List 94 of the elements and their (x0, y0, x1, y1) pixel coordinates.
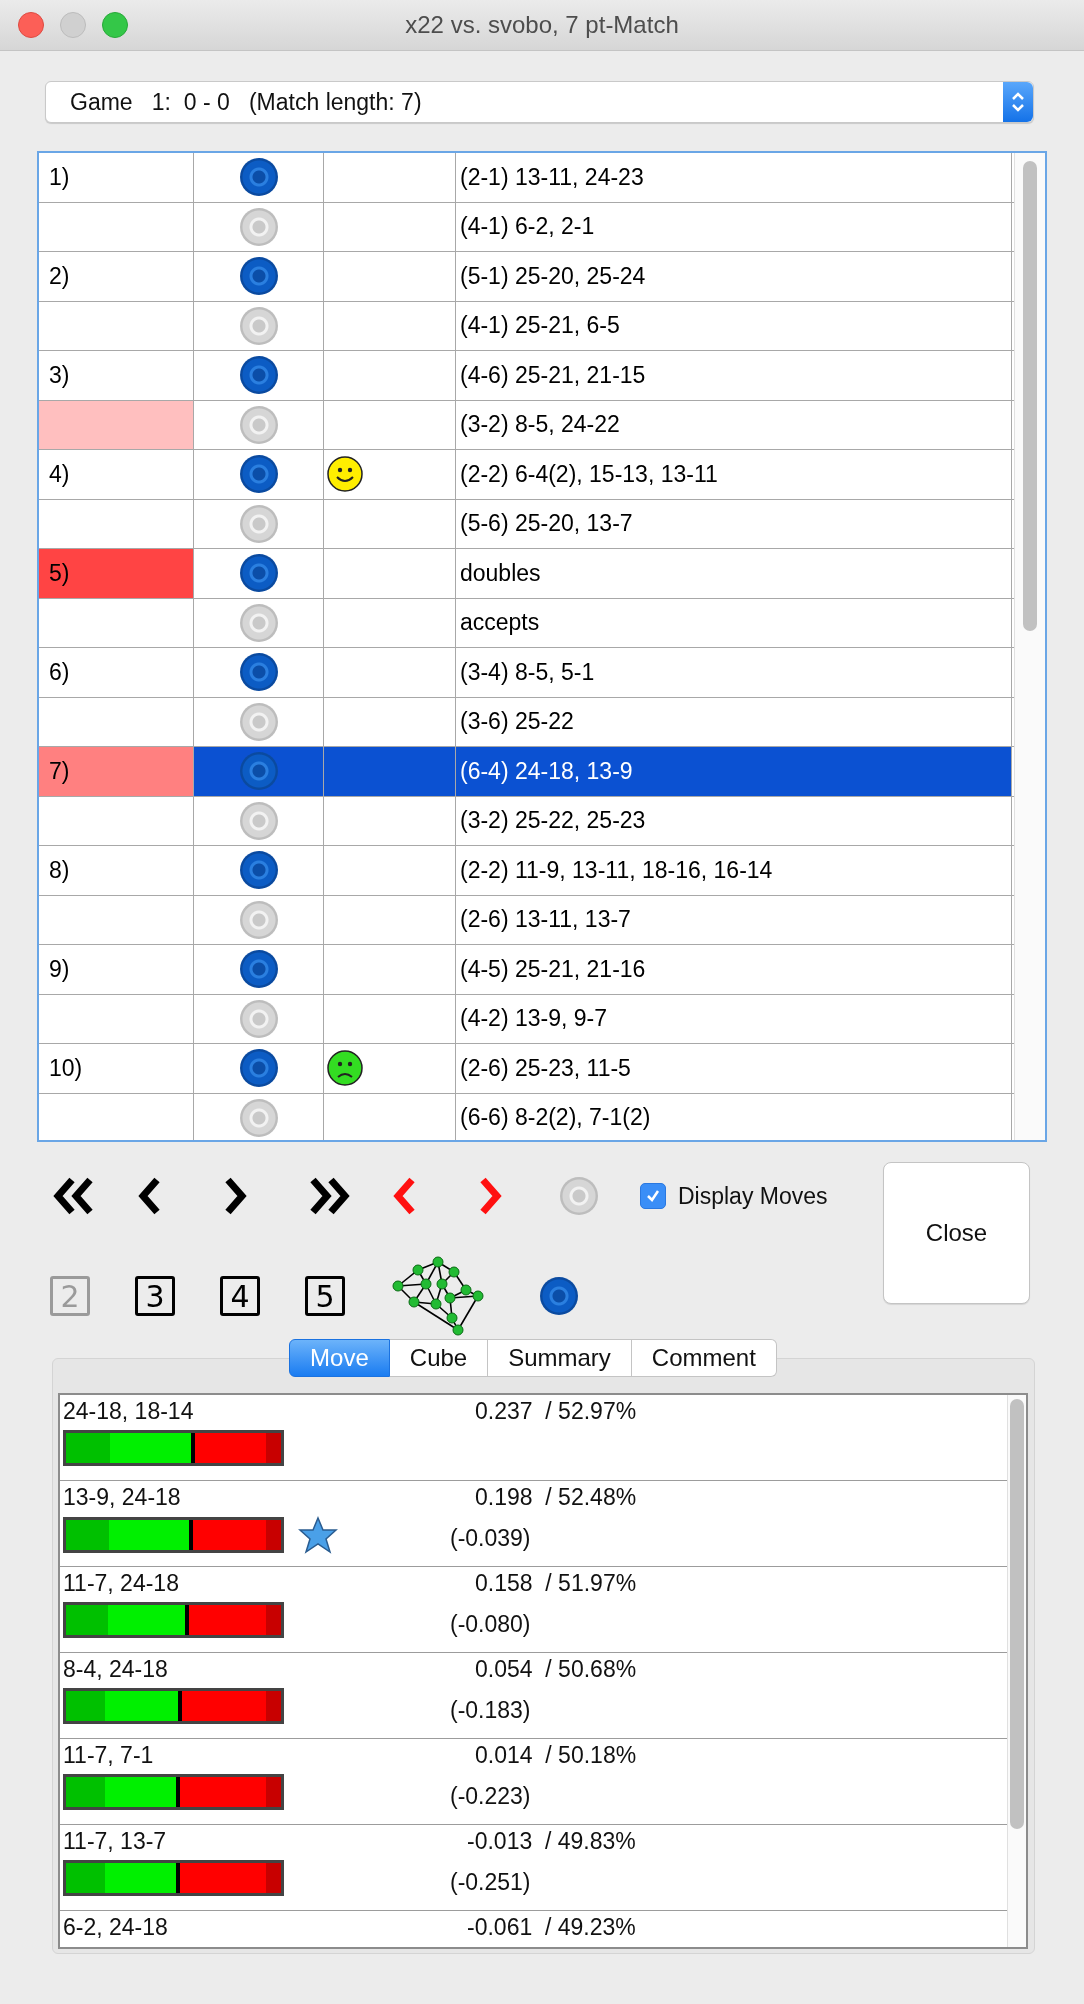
equity-text: 0.014 / 50.18% (474, 1742, 638, 1769)
move-number-cell: 4) (39, 450, 194, 499)
dropdown-arrows-icon (1003, 82, 1033, 122)
move-number-cell: 8) (39, 846, 194, 895)
analysis-row[interactable]: 8-4, 24-18 0.054 / 50.68% (-0.183) (60, 1653, 1007, 1739)
table-row[interactable]: (6-6) 8-2(2), 7-1(2) (39, 1093, 1014, 1140)
table-row[interactable]: 2) (5-1) 25-20, 25-24 (39, 252, 1014, 302)
analysis-row[interactable]: 11-7, 13-7 -0.013 / 49.83% (-0.251) (60, 1825, 1007, 1911)
tab[interactable]: Comment (631, 1339, 777, 1377)
move-text: 6-2, 24-18 (63, 1914, 169, 1941)
equity-difference: (-0.039) (450, 1525, 532, 1552)
table-row[interactable]: (5-6) 25-20, 13-7 (39, 499, 1014, 549)
table-row[interactable]: 9) (4-5) 25-21, 21-16 (39, 945, 1014, 995)
table-row[interactable]: 7) (6-4) 24-18, 13-9 (39, 747, 1014, 797)
analysis-row[interactable]: 11-7, 24-18 0.158 / 51.97% (-0.080) (60, 1567, 1007, 1653)
table-row[interactable]: 1) (2-1) 13-11, 24-23 (39, 153, 1014, 203)
move-text: 11-7, 7-1 (63, 1742, 155, 1769)
analysis-row[interactable]: 24-18, 18-14 0.237 / 52.97% (60, 1395, 1007, 1481)
table-row[interactable]: 10) (2-6) 25-23, 11-5 (39, 1044, 1014, 1094)
move-cell: (2-6) 13-11, 13-7 (456, 895, 1012, 944)
ply-button[interactable]: 4 (220, 1276, 260, 1316)
equity-difference: (-0.183) (450, 1697, 532, 1724)
move-number-cell: 10) (39, 1044, 194, 1093)
table-row[interactable]: (4-2) 13-9, 9-7 (39, 994, 1014, 1044)
table-row[interactable]: 8) (2-2) 11-9, 13-11, 18-16, 16-14 (39, 846, 1014, 896)
table-row[interactable]: (4-1) 25-21, 6-5 (39, 301, 1014, 351)
move-cell: (6-4) 24-18, 13-9 (456, 747, 1012, 796)
game-dropdown[interactable]: Game 1: 0 - 0 (Match length: 7) (45, 81, 1034, 123)
move-cell: (2-2) 6-4(2), 15-13, 13-11 (456, 450, 1012, 499)
move-cell: (4-1) 25-21, 6-5 (456, 301, 1012, 350)
move-cell: (5-1) 25-20, 25-24 (456, 252, 1012, 301)
checkbox-label: Display Moves (678, 1182, 828, 1210)
neural-network-icon[interactable] (390, 1256, 486, 1336)
maximize-window-button[interactable] (102, 12, 128, 38)
checkbox[interactable] (640, 1183, 666, 1209)
analysis-row[interactable]: 13-9, 24-18 0.198 / 52.48% (-0.039) (60, 1481, 1007, 1567)
move-cell: (2-2) 11-9, 13-11, 18-16, 16-14 (456, 846, 1012, 895)
equity-text: 0.237 / 52.97% (474, 1398, 638, 1425)
checkmark-icon (645, 1188, 661, 1204)
move-cell: doubles (456, 549, 1012, 598)
move-number-cell: 6) (39, 648, 194, 697)
equity-difference: (-0.080) (450, 1611, 532, 1638)
scrollbar-thumb[interactable] (1010, 1399, 1024, 1829)
scrollbar-thumb[interactable] (1023, 161, 1037, 631)
move-cell: (3-4) 8-5, 5-1 (456, 648, 1012, 697)
move-text: 11-7, 24-18 (63, 1570, 180, 1597)
ply-button[interactable]: 3 (135, 1276, 175, 1316)
table-row[interactable]: accepts (39, 598, 1014, 648)
move-number-cell: 2) (39, 252, 194, 301)
move-cell: (3-6) 25-22 (456, 697, 1012, 746)
equity-text: 0.198 / 52.48% (474, 1484, 638, 1511)
window-title: x22 vs. svobo, 7 pt-Match (405, 11, 679, 38)
table-row[interactable]: 6) (3-4) 8-5, 5-1 (39, 648, 1014, 698)
equity-difference: (-0.223) (450, 1783, 532, 1810)
move-cell: (4-1) 6-2, 2-1 (456, 202, 1012, 251)
tab[interactable]: Cube (389, 1339, 489, 1377)
table-row[interactable]: (3-2) 8-5, 24-22 (39, 400, 1014, 450)
checker-icon (540, 1277, 578, 1315)
close-button[interactable]: Close (883, 1162, 1030, 1304)
table-row[interactable]: (3-2) 25-22, 25-23 (39, 796, 1014, 846)
analysis-row[interactable]: 11-7, 7-1 0.014 / 50.18% (-0.223) (60, 1739, 1007, 1825)
move-cell: accepts (456, 598, 1012, 647)
close-window-button[interactable] (18, 12, 44, 38)
table-row[interactable]: (4-1) 6-2, 2-1 (39, 202, 1014, 252)
move-cell: (4-5) 25-21, 21-16 (456, 945, 1012, 994)
move-cell: (2-6) 25-23, 11-5 (456, 1044, 1012, 1093)
checker-icon (560, 1177, 598, 1215)
tab[interactable]: Summary (488, 1339, 632, 1377)
move-cell: (5-6) 25-20, 13-7 (456, 499, 1012, 548)
move-text: 13-9, 24-18 (63, 1484, 182, 1511)
move-cell: (3-2) 8-5, 24-22 (456, 400, 1012, 449)
move-number-cell: 3) (39, 351, 194, 400)
move-cell: (4-6) 25-21, 21-15 (456, 351, 1012, 400)
move-text: 24-18, 18-14 (63, 1398, 195, 1425)
table-row[interactable]: (2-6) 13-11, 13-7 (39, 895, 1014, 945)
table-row[interactable]: 3) (4-6) 25-21, 21-15 (39, 351, 1014, 401)
equity-text: 0.054 / 50.68% (474, 1656, 638, 1683)
move-cell: (3-2) 25-22, 25-23 (456, 796, 1012, 845)
move-number-cell: 5) (39, 549, 194, 598)
move-cell: (4-2) 13-9, 9-7 (456, 994, 1012, 1043)
table-row[interactable]: 4) (2-2) 6-4(2), 15-13, 13-11 (39, 450, 1014, 500)
equity-text: -0.013 / 49.83% (466, 1828, 637, 1855)
equity-text: 0.158 / 51.97% (474, 1570, 638, 1597)
move-number-cell: 7) (39, 747, 194, 796)
move-number-cell: 1) (39, 153, 194, 202)
move-cell: (6-6) 8-2(2), 7-1(2) (456, 1093, 1012, 1140)
move-text: 8-4, 24-18 (63, 1656, 169, 1683)
move-number-cell: 9) (39, 945, 194, 994)
equity-difference: (-0.251) (450, 1869, 532, 1896)
move-text: 11-7, 13-7 (63, 1828, 168, 1855)
move-cell: (2-1) 13-11, 24-23 (456, 153, 1012, 202)
table-row[interactable]: 5) doubles (39, 549, 1014, 599)
equity-text: -0.061 / 49.23% (466, 1914, 637, 1941)
ply-button[interactable]: 5 (305, 1276, 345, 1316)
